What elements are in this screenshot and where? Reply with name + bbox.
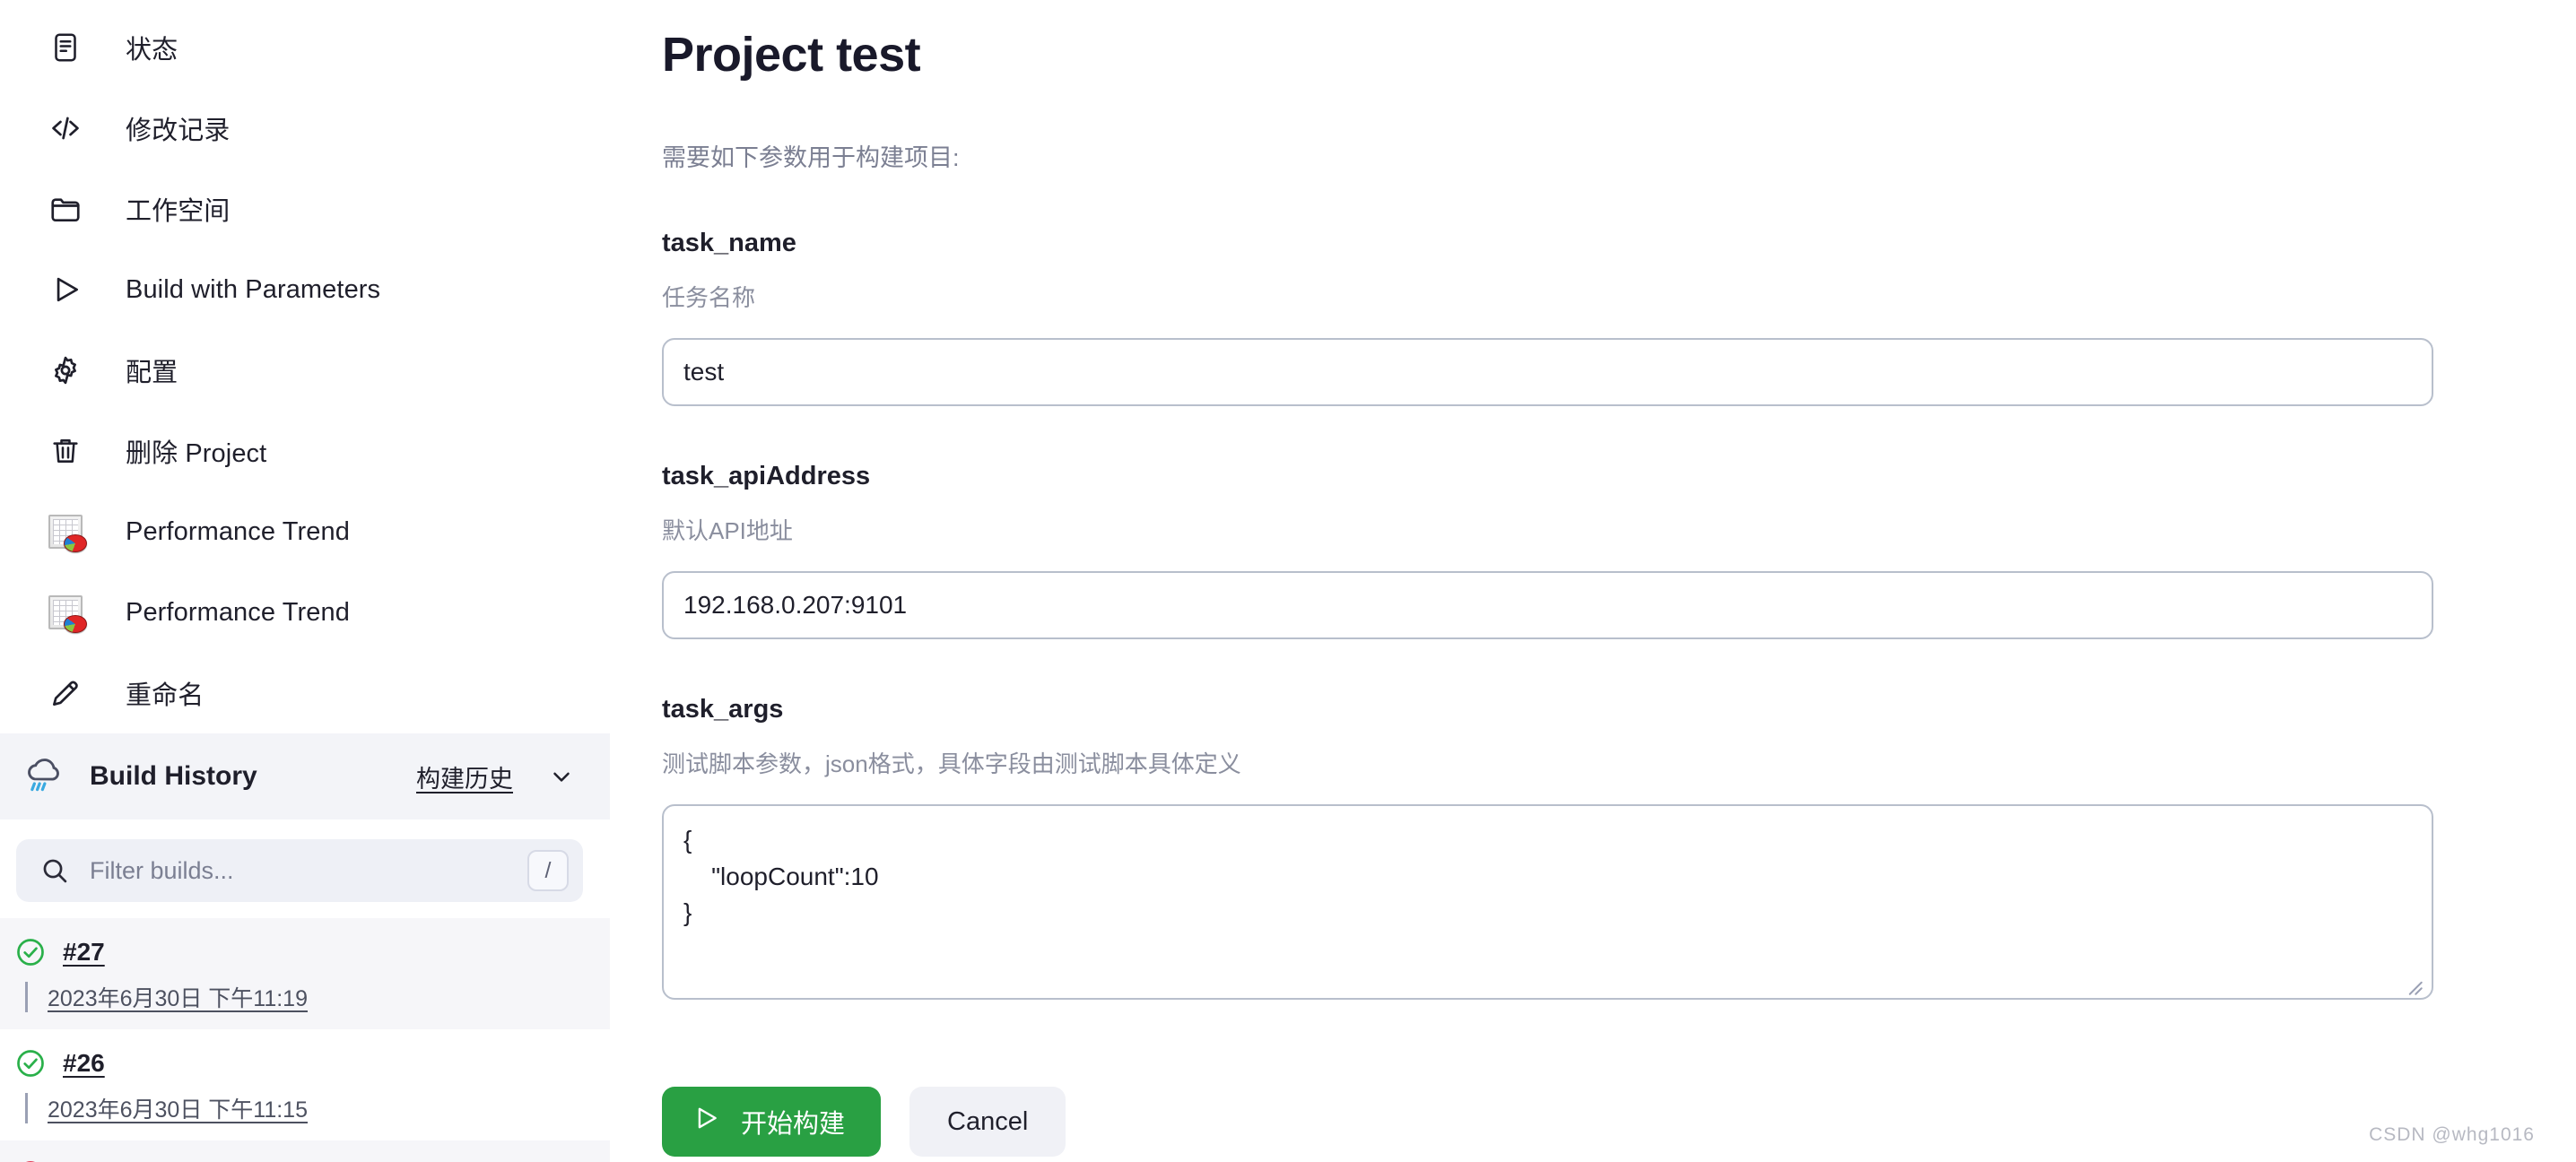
search-input[interactable] xyxy=(90,856,508,885)
status-failed-icon xyxy=(14,1158,47,1162)
task-args-textarea[interactable]: { "loopCount":10 } xyxy=(662,804,2433,1000)
page-subtitle: 需要如下参数用于构建项目: xyxy=(662,144,960,171)
build-history-link[interactable]: 构建历史 xyxy=(416,759,513,794)
sidebar-item-build-with-parameters[interactable]: Build with Parameters xyxy=(0,249,610,330)
start-build-button[interactable]: 开始构建 xyxy=(662,1087,882,1157)
sidebar: 状态 修改记录 工作空间 Build with Parameters 配置 删除… xyxy=(0,0,610,1162)
sidebar-item-workspace[interactable]: 工作空间 xyxy=(0,169,610,249)
sidebar-item-label: Performance Trend xyxy=(126,516,350,546)
field-label: task_apiAddress xyxy=(662,462,871,490)
build-history-header: Build History 构建历史 xyxy=(0,733,610,819)
sidebar-nav: 状态 修改记录 工作空间 Build with Parameters 配置 删除… xyxy=(0,0,610,733)
cancel-button[interactable]: Cancel xyxy=(909,1087,1066,1157)
document-status-icon xyxy=(47,29,84,66)
form-actions: 开始构建 Cancel xyxy=(662,1087,2576,1157)
sidebar-item-configure[interactable]: 配置 xyxy=(0,330,610,411)
sidebar-item-changes[interactable]: 修改记录 xyxy=(0,88,610,169)
build-list-item[interactable]: #26 2023年6月30日 下午11:15 xyxy=(0,1029,610,1140)
sidebar-item-performance-trend-1[interactable]: Performance Trend xyxy=(0,491,610,572)
build-list-item[interactable]: #27 2023年6月30日 下午11:19 xyxy=(0,918,610,1029)
form-field-task-args: task_args 测试脚本参数，json格式，具体字段由测试脚本具体定义 { … xyxy=(662,695,2576,1004)
field-label: task_args xyxy=(662,695,784,724)
chevron-down-icon[interactable] xyxy=(545,760,578,793)
sidebar-item-label: Performance Trend xyxy=(126,597,350,627)
form-field-task-name: task_name 任务名称 xyxy=(662,229,2576,406)
page-title: Project test xyxy=(662,28,921,82)
build-history-title: Build History xyxy=(90,761,257,791)
performance-trend-icon xyxy=(47,513,87,552)
sidebar-item-label: 删除 Project xyxy=(126,439,267,468)
jenkins-build-with-parameters-page: 状态 修改记录 工作空间 Build with Parameters 配置 删除… xyxy=(0,0,2576,1162)
watermark: CSDN @whg1016 xyxy=(2369,1124,2535,1145)
sidebar-item-performance-trend-2[interactable]: Performance Trend xyxy=(0,572,610,653)
status-success-icon xyxy=(14,1047,47,1080)
timeline-tick xyxy=(25,1093,28,1123)
build-header-row: #27 xyxy=(14,932,610,972)
start-build-label: 开始构建 xyxy=(741,1110,846,1139)
field-description: 默认API地址 xyxy=(662,517,793,544)
build-header-row: #26 xyxy=(14,1044,610,1083)
sidebar-item-status[interactable]: 状态 xyxy=(0,7,610,88)
performance-trend-icon xyxy=(47,594,87,633)
sidebar-item-rename[interactable]: 重命名 xyxy=(0,653,610,733)
sidebar-item-label: 状态 xyxy=(126,36,178,65)
cloud-rain-icon xyxy=(22,756,70,797)
build-filter-container: / xyxy=(0,819,610,918)
play-build-icon xyxy=(47,271,84,308)
sidebar-item-label: 修改记录 xyxy=(126,117,231,145)
task-name-input[interactable] xyxy=(662,338,2433,406)
build-filter-box[interactable]: / xyxy=(16,839,583,902)
gear-configure-icon xyxy=(47,351,84,389)
task-apiaddress-input[interactable] xyxy=(662,571,2433,639)
field-description: 测试脚本参数，json格式，具体字段由测试脚本具体定义 xyxy=(662,750,1241,777)
sidebar-item-label: 工作空间 xyxy=(126,197,231,226)
timeline-tick xyxy=(25,982,28,1012)
sidebar-item-delete-project[interactable]: 删除 Project xyxy=(0,411,610,491)
status-success-icon xyxy=(14,936,47,968)
main-content: Project test 需要如下参数用于构建项目: task_name 任务名… xyxy=(610,0,2576,1162)
build-timestamp-link[interactable]: 2023年6月30日 下午11:19 xyxy=(48,981,308,1013)
pencil-rename-icon xyxy=(47,674,84,712)
search-icon xyxy=(39,855,70,886)
form-field-task-apiaddress: task_apiAddress 默认API地址 xyxy=(662,462,2576,639)
build-timestamp-link[interactable]: 2023年6月30日 下午11:15 xyxy=(48,1092,308,1124)
sidebar-item-label: Build with Parameters xyxy=(126,274,381,304)
textarea-wrapper: { "loopCount":10 } xyxy=(662,779,2433,1004)
folder-workspace-icon xyxy=(47,190,84,228)
sidebar-item-label: 重命名 xyxy=(126,681,205,710)
build-list-item[interactable]: #25 xyxy=(0,1140,610,1162)
search-shortcut-badge: / xyxy=(527,850,569,891)
build-header-row: #25 xyxy=(14,1155,610,1162)
build-time-row: 2023年6月30日 下午11:19 xyxy=(14,981,610,1013)
build-number-link[interactable]: #27 xyxy=(63,938,105,967)
build-number-link[interactable]: #26 xyxy=(63,1049,105,1078)
code-changes-icon xyxy=(47,109,84,147)
field-label: task_name xyxy=(662,229,796,257)
build-time-row: 2023年6月30日 下午11:15 xyxy=(14,1092,610,1124)
play-icon xyxy=(691,1103,721,1140)
field-description: 任务名称 xyxy=(662,284,756,311)
trash-delete-icon xyxy=(47,432,84,470)
sidebar-item-label: 配置 xyxy=(126,359,178,387)
